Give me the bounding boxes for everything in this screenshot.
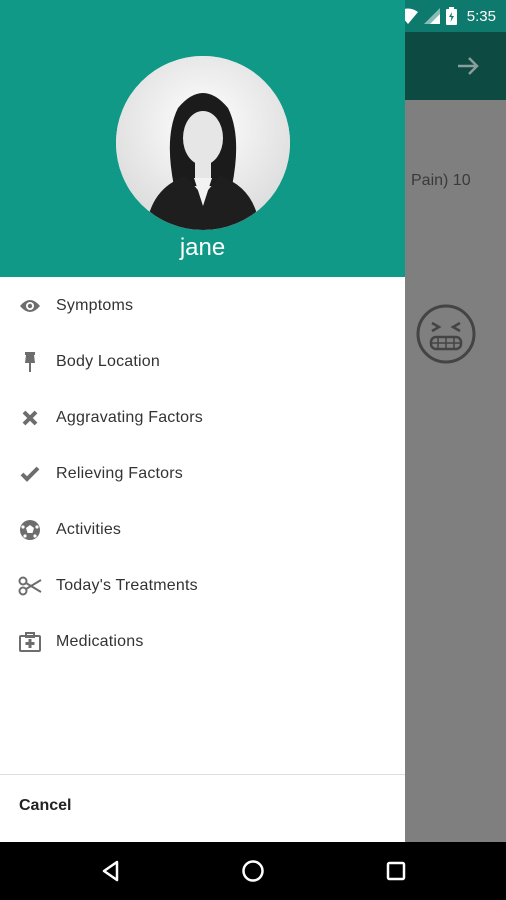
scissors-icon <box>18 574 42 598</box>
menu-item-label: Activities <box>56 521 122 538</box>
cancel-button[interactable]: Cancel <box>19 797 71 815</box>
drawer-header: jane <box>0 0 405 277</box>
pain-face-icon <box>416 304 476 364</box>
navigation-bar <box>0 842 506 900</box>
background-content: Pain) 10 <box>405 100 506 842</box>
menu-item-relieving-factors[interactable]: Relieving Factors <box>0 446 405 502</box>
battery-icon <box>445 7 457 25</box>
check-icon <box>18 462 42 486</box>
eye-icon <box>18 294 42 318</box>
signal-icon <box>423 8 440 24</box>
menu-item-label: Relieving Factors <box>56 465 184 482</box>
menu-item-label: Symptoms <box>56 297 134 314</box>
arrow-right-icon[interactable] <box>454 52 482 80</box>
navigation-drawer: jane Symptoms Body Location Aggravating … <box>0 0 405 842</box>
x-icon <box>18 406 42 430</box>
user-name: jane <box>179 234 226 261</box>
soccer-ball-icon <box>18 518 42 542</box>
background-toolbar <box>405 32 506 100</box>
recents-icon[interactable] <box>384 859 408 883</box>
status-time: 5:35 <box>466 7 496 25</box>
menu-item-label: Body Location <box>56 353 161 370</box>
menu-item-medications[interactable]: Medications <box>0 614 405 670</box>
menu-item-aggravating-factors[interactable]: Aggravating Factors <box>0 390 405 446</box>
avatar[interactable] <box>116 56 290 230</box>
drawer-menu: Symptoms Body Location Aggravating Facto… <box>0 278 405 670</box>
divider <box>0 774 405 775</box>
menu-item-body-location[interactable]: Body Location <box>0 334 405 390</box>
menu-item-label: Medications <box>56 633 144 650</box>
background-pain-text: Pain) 10 <box>411 172 471 189</box>
medical-kit-icon <box>18 630 42 654</box>
home-icon[interactable] <box>241 859 265 883</box>
back-icon[interactable] <box>99 859 123 883</box>
pin-icon <box>18 350 42 374</box>
user-silhouette-icon <box>116 56 290 230</box>
menu-item-activities[interactable]: Activities <box>0 502 405 558</box>
menu-item-todays-treatments[interactable]: Today's Treatments <box>0 558 405 614</box>
menu-item-label: Aggravating Factors <box>56 409 203 426</box>
menu-item-symptoms[interactable]: Symptoms <box>0 278 405 334</box>
menu-item-label: Today's Treatments <box>56 577 198 594</box>
